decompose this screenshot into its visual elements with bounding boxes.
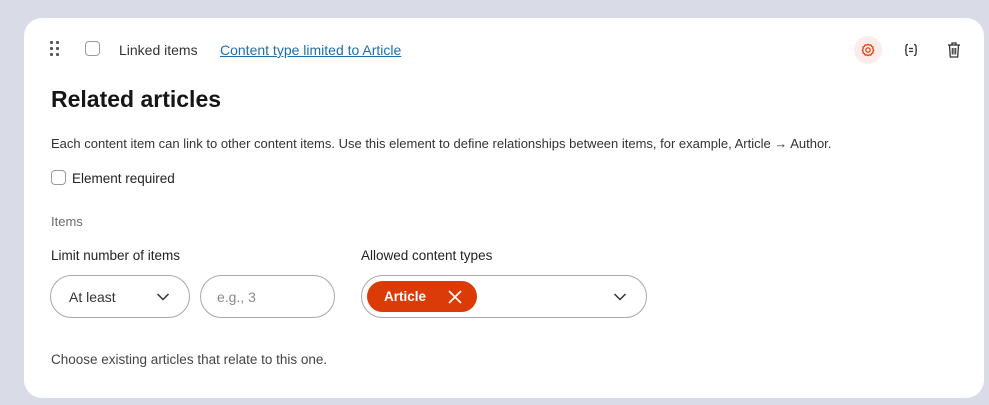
close-icon[interactable] — [447, 289, 463, 305]
content-type-tag-label: Article — [384, 289, 427, 304]
allowed-content-types-select[interactable]: Article — [361, 275, 647, 318]
delete-button[interactable] — [940, 36, 968, 64]
trash-icon — [948, 42, 960, 58]
limit-count-input[interactable] — [200, 275, 335, 318]
braces-icon — [904, 43, 918, 57]
element-title[interactable]: Related articles — [51, 86, 221, 113]
linked-items-element-card: Linked items Content type limited to Art… — [24, 18, 984, 398]
content-type-tag: Article — [367, 281, 477, 312]
element-required-label: Element required — [72, 171, 175, 186]
limit-condition-select[interactable]: At least — [50, 275, 190, 318]
gear-icon — [861, 43, 875, 57]
limit-items-label: Limit number of items — [51, 248, 181, 263]
limit-condition-value: At least — [69, 289, 116, 305]
content-type-limitation-link[interactable]: Content type limited to Article — [220, 42, 401, 58]
allowed-types-label: Allowed content types — [361, 248, 493, 263]
chevron-down-icon — [613, 293, 627, 301]
element-type-label: Linked items — [119, 42, 198, 58]
content-group-button[interactable] — [897, 36, 925, 64]
element-select-checkbox[interactable] — [85, 41, 100, 56]
element-hint[interactable]: Choose existing articles that relate to … — [51, 352, 327, 367]
drag-handle-icon[interactable] — [50, 41, 60, 57]
chevron-down-icon — [156, 293, 170, 301]
element-guidelines[interactable]: Each content item can link to other cont… — [51, 136, 831, 151]
items-section-label: Items — [51, 214, 83, 229]
element-required-checkbox[interactable] — [51, 170, 66, 185]
settings-button[interactable] — [854, 36, 882, 64]
